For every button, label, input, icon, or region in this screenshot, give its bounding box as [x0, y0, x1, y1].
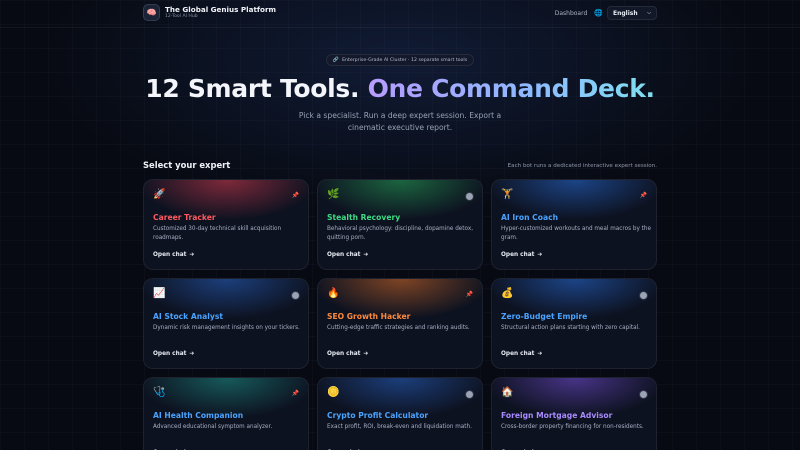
- status-dot-icon: [292, 292, 299, 299]
- status-dot-icon: [640, 292, 647, 299]
- expert-card[interactable]: 🩺 📌 AI Health Companion Advanced educationa…: [143, 377, 309, 450]
- card-title: Stealth Recovery: [327, 213, 401, 222]
- language-value: English: [613, 9, 638, 17]
- card-title: Zero-Budget Empire: [501, 312, 588, 321]
- hero-title-part1: 12 Smart Tools.: [145, 74, 360, 103]
- app-subtitle: 12-Tool AI Hub: [165, 14, 198, 19]
- section-title: Select your expert: [143, 160, 231, 170]
- open-chat-link[interactable]: Open chat ➔: [327, 351, 368, 357]
- card-icon: 🩺: [153, 387, 166, 398]
- expert-card[interactable]: 🌿 Stealth Recovery Behavioral psychology: …: [317, 179, 483, 270]
- open-chat-link[interactable]: Open chat ➔: [501, 351, 542, 357]
- language-select[interactable]: English ⌵: [607, 6, 657, 20]
- card-icon: 🏋️: [501, 189, 514, 200]
- card-description: Cutting-edge traffic strategies and rank…: [327, 325, 470, 331]
- expert-card[interactable]: 🔥 📌 SEO Growth Hacker Cutting-edge traffic …: [317, 278, 483, 369]
- arrow-right-icon: ➔: [363, 252, 369, 258]
- top-bar: 🧠 The Global Genius Platform 12-Tool AI …: [0, 0, 800, 28]
- pin-icon: 📌: [291, 390, 299, 397]
- card-icon: 🔥: [327, 288, 340, 299]
- open-chat-link[interactable]: Open chat ➔: [153, 252, 194, 258]
- open-chat-label: Open chat: [327, 252, 361, 258]
- section-note: Each bot runs a dedicated interactive ex…: [507, 163, 657, 169]
- card-description: Customized 30-day technical skill acquis…: [153, 226, 282, 241]
- hero-badge: 🔗 Enterprise-Grade AI Cluster · 12 separ…: [326, 54, 474, 66]
- card-icon: 📈: [153, 288, 166, 299]
- open-chat-label: Open chat: [501, 351, 535, 357]
- status-dot-icon: [466, 193, 473, 200]
- expert-card[interactable]: 💰 Zero-Budget Empire Structural action pla…: [491, 278, 657, 369]
- hero-title: 12 Smart Tools. One Command Deck.: [0, 72, 800, 106]
- app-title: The Global Genius Platform: [165, 5, 277, 14]
- card-icon: 🚀: [153, 189, 166, 200]
- card-icon: 🌿: [327, 189, 340, 200]
- expert-card[interactable]: 🏋️ 📌 AI Iron Coach Hyper-customized workout…: [491, 179, 657, 270]
- globe-icon: 🌐: [594, 9, 603, 17]
- open-chat-label: Open chat: [327, 351, 361, 357]
- open-chat-link[interactable]: Open chat ➔: [501, 252, 542, 258]
- card-description: Structural action plans starting with ze…: [501, 325, 640, 331]
- arrow-right-icon: ➔: [189, 351, 195, 357]
- card-description: Cross-border property financing for non-…: [501, 424, 644, 430]
- expert-card[interactable]: 🚀 📌 Career Tracker Customized 30-day techni…: [143, 179, 309, 270]
- top-nav: Dashboard 🌐 English ⌵: [555, 6, 657, 20]
- card-title: Foreign Mortgage Advisor: [501, 411, 613, 420]
- open-chat-label: Open chat: [501, 252, 535, 258]
- status-dot-icon: [466, 391, 473, 398]
- open-chat-label: Open chat: [153, 351, 187, 357]
- pin-icon: 📌: [639, 192, 647, 199]
- card-description: Advanced educational symptom analyzer.: [153, 424, 273, 430]
- open-chat-link[interactable]: Open chat ➔: [327, 252, 368, 258]
- brain-logo-icon: 🧠: [143, 4, 160, 21]
- card-title: AI Health Companion: [153, 411, 244, 420]
- card-description: Exact profit, ROI, break-even and liquid…: [327, 424, 472, 430]
- open-chat-link[interactable]: Open chat ➔: [153, 351, 194, 357]
- card-icon: 🏠: [501, 387, 514, 398]
- chevron-down-icon: ⌵: [647, 10, 651, 16]
- brand[interactable]: 🧠 The Global Genius Platform 12-Tool AI …: [143, 4, 276, 21]
- arrow-right-icon: ➔: [189, 252, 195, 258]
- expert-card[interactable]: 🪙 Crypto Profit Calculator Exact profit, R…: [317, 377, 483, 450]
- card-description: Hyper-customized workouts and meal macro…: [501, 226, 652, 241]
- expert-card[interactable]: 🏠 Foreign Mortgage Advisor Cross-border pr…: [491, 377, 657, 450]
- arrow-right-icon: ➔: [363, 351, 369, 357]
- dashboard-link[interactable]: Dashboard: [555, 10, 588, 17]
- open-chat-label: Open chat: [153, 252, 187, 258]
- card-title: AI Iron Coach: [501, 213, 559, 222]
- card-description: Dynamic risk management insights on your…: [153, 325, 300, 331]
- hero-title-part2: One Command Deck.: [367, 74, 655, 103]
- pin-icon: 📌: [291, 192, 299, 199]
- card-description: Behavioral psychology: discipline, dopam…: [327, 226, 474, 241]
- arrow-right-icon: ➔: [537, 351, 543, 357]
- arrow-right-icon: ➔: [537, 252, 543, 258]
- card-title: Crypto Profit Calculator: [327, 411, 429, 420]
- expert-card[interactable]: 📈 AI Stock Analyst Dynamic risk management…: [143, 278, 309, 369]
- card-icon: 🪙: [327, 387, 340, 398]
- card-title: AI Stock Analyst: [153, 312, 223, 321]
- status-dot-icon: [640, 391, 647, 398]
- hero-subtitle: Pick a specialist. Run a deep expert ses…: [298, 111, 502, 132]
- hero-badge-text: Enterprise-Grade AI Cluster · 12 separat…: [342, 57, 468, 63]
- card-icon: 💰: [501, 288, 514, 299]
- card-title: Career Tracker: [153, 213, 216, 222]
- card-title: SEO Growth Hacker: [327, 312, 411, 321]
- pin-icon: 📌: [465, 291, 473, 298]
- link-icon: 🔗: [332, 57, 340, 63]
